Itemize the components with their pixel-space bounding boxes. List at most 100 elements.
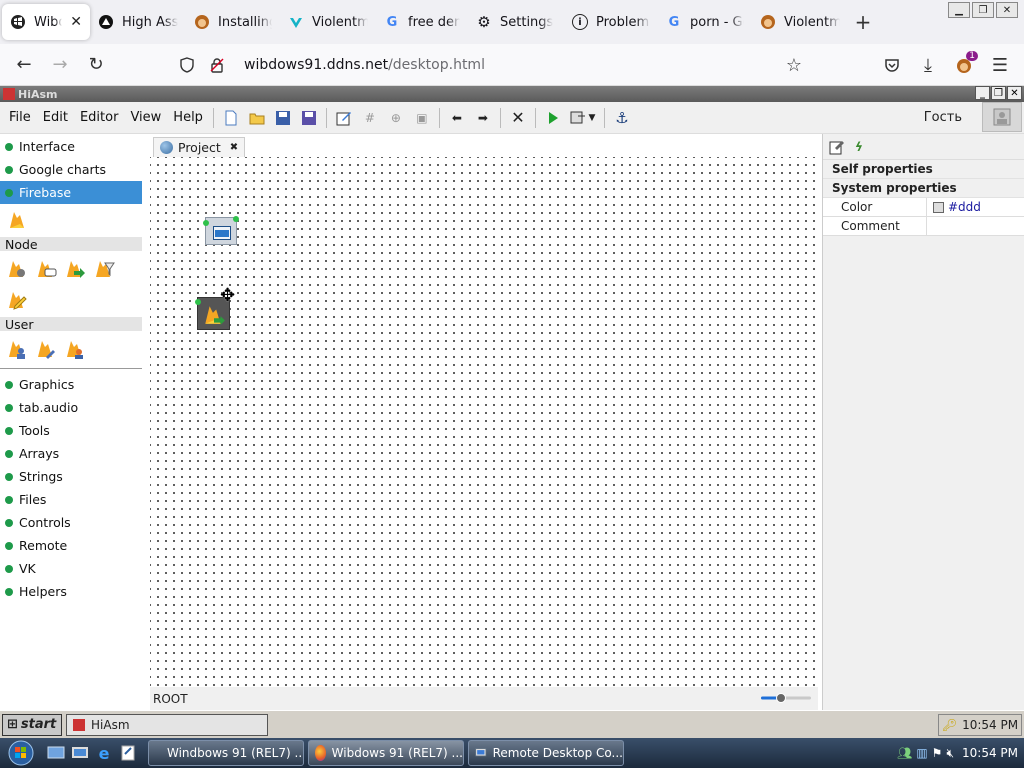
- palette-item-vk[interactable]: VK: [0, 557, 142, 580]
- firebase-icon[interactable]: [6, 209, 28, 231]
- notepad-icon[interactable]: [118, 743, 138, 763]
- anchor-button[interactable]: ⚓: [609, 106, 635, 130]
- app-minimize-button[interactable]: _: [975, 86, 990, 100]
- firebase-user-add-icon[interactable]: [64, 338, 86, 360]
- w7-task-remote-desktop[interactable]: Remote Desktop Co...: [468, 740, 624, 766]
- delete-button[interactable]: ✕: [505, 106, 531, 130]
- form-component[interactable]: [203, 216, 239, 245]
- firebase-comment-icon[interactable]: [35, 258, 57, 280]
- menu-edit[interactable]: Edit: [37, 110, 74, 125]
- show-desktop-icon[interactable]: [46, 743, 66, 763]
- palette-item-remote[interactable]: Remote: [0, 534, 142, 557]
- explorer-icon[interactable]: [70, 743, 90, 763]
- ie-icon[interactable]: e: [94, 743, 114, 763]
- pin-icon[interactable]: [233, 216, 239, 222]
- w7-task-firefox[interactable]: Wibdows 91 (REL7) ...: [308, 740, 464, 766]
- menu-help[interactable]: Help: [167, 110, 209, 125]
- app-maximize-button[interactable]: ❐: [991, 86, 1006, 100]
- save-button[interactable]: [270, 106, 296, 130]
- browser-tab[interactable]: Wibdows ✕: [2, 4, 90, 40]
- reload-button[interactable]: ↻: [78, 49, 114, 81]
- palette-item-helpers[interactable]: Helpers: [0, 580, 142, 603]
- compile-button[interactable]: ▼: [566, 106, 600, 130]
- property-row-color[interactable]: Color #ddd: [823, 198, 1024, 217]
- align-button[interactable]: ⊕: [383, 106, 409, 130]
- url-bar[interactable]: wibdows91.ddns.net/desktop.html: [176, 49, 818, 81]
- shield-icon[interactable]: [176, 57, 198, 73]
- menu-view[interactable]: View: [124, 110, 167, 125]
- browser-tab[interactable]: i Problem l: [564, 4, 658, 40]
- palette-item-firebase[interactable]: Firebase: [0, 181, 142, 204]
- forward-button[interactable]: →: [42, 49, 78, 81]
- firebase-user-icon[interactable]: [6, 338, 28, 360]
- w7-task-chrome[interactable]: Windbows 91 (REL7) ...: [148, 740, 304, 766]
- back-button[interactable]: ←: [6, 49, 42, 81]
- palette-item-interface[interactable]: Interface: [0, 135, 142, 158]
- browser-tab[interactable]: G porn - Go: [658, 4, 752, 40]
- downloads-button[interactable]: ⤓: [910, 49, 946, 81]
- redo-button[interactable]: ➡: [470, 106, 496, 130]
- flag-icon[interactable]: ⚑: [932, 746, 943, 760]
- system-properties-header[interactable]: System properties: [823, 179, 1024, 198]
- palette-item-controls[interactable]: Controls: [0, 511, 142, 534]
- palette-item-tab-audio[interactable]: tab.audio: [0, 396, 142, 419]
- browser-tab[interactable]: Violentm: [280, 4, 376, 40]
- palette-item-files[interactable]: Files: [0, 488, 142, 511]
- network-icon[interactable]: ▥: [916, 746, 927, 760]
- w7-start-orb[interactable]: [0, 738, 42, 768]
- browser-tab[interactable]: Violentm: [752, 4, 848, 40]
- browser-tab[interactable]: High Asse: [90, 4, 186, 40]
- firebase-arrow-icon[interactable]: [64, 258, 86, 280]
- extension-button[interactable]: 1: [946, 49, 982, 81]
- minimize-button[interactable]: ▁: [948, 2, 970, 18]
- menu-editor[interactable]: Editor: [74, 110, 124, 125]
- zoom-slider[interactable]: [756, 693, 816, 703]
- firebase-filter-icon[interactable]: [93, 258, 115, 280]
- new-tab-button[interactable]: +: [848, 10, 878, 34]
- menu-file[interactable]: File: [3, 110, 37, 125]
- properties-icon[interactable]: [829, 139, 845, 155]
- fit-button[interactable]: ▣: [409, 106, 435, 130]
- grid-button[interactable]: #: [357, 106, 383, 130]
- firebase-gear-icon[interactable]: [6, 258, 28, 280]
- user-button[interactable]: [982, 102, 1022, 132]
- tab-project[interactable]: Project ✖: [153, 137, 246, 157]
- firebase-edit-icon[interactable]: [6, 289, 28, 311]
- close-window-button[interactable]: ✕: [996, 2, 1018, 18]
- palette-item-graphics[interactable]: Graphics: [0, 373, 142, 396]
- palette-item-strings[interactable]: Strings: [0, 465, 142, 488]
- browser-tab[interactable]: ⚙ Settings: [468, 4, 564, 40]
- pocket-button[interactable]: [874, 49, 910, 81]
- pin-icon[interactable]: [195, 299, 201, 305]
- bookmark-star-button[interactable]: ☆: [776, 49, 812, 81]
- palette-item-tools[interactable]: Tools: [0, 419, 142, 442]
- undo-button[interactable]: ⬅: [444, 106, 470, 130]
- self-properties-header[interactable]: Self properties: [823, 160, 1024, 179]
- property-row-comment[interactable]: Comment: [823, 217, 1024, 236]
- events-icon[interactable]: ϟ: [855, 140, 863, 154]
- design-canvas[interactable]: ✥: [150, 157, 818, 687]
- users-icon[interactable]: 👥︎: [897, 746, 912, 760]
- new-file-button[interactable]: [218, 106, 244, 130]
- pin-icon[interactable]: [203, 220, 209, 226]
- w91-start-button[interactable]: ⊞ start: [2, 713, 62, 736]
- w91-task-hiasm[interactable]: HiAsm: [66, 713, 268, 736]
- palette-item-arrays[interactable]: Arrays: [0, 442, 142, 465]
- app-close-button[interactable]: ✕: [1007, 86, 1022, 100]
- restore-button[interactable]: ❐: [972, 2, 994, 18]
- zoom-knob[interactable]: [776, 693, 786, 703]
- firebase-user-edit-icon[interactable]: [35, 338, 57, 360]
- edit-button[interactable]: [331, 106, 357, 130]
- w7-clock[interactable]: 10:54 PM: [962, 746, 1018, 760]
- browser-tab[interactable]: G free demo: [376, 4, 468, 40]
- close-tab-icon[interactable]: ✖: [230, 142, 238, 153]
- save-as-button[interactable]: [296, 106, 322, 130]
- run-button[interactable]: [540, 106, 566, 130]
- lock-icon[interactable]: [206, 57, 228, 73]
- menu-button[interactable]: ☰: [982, 49, 1018, 81]
- volume-muted-icon[interactable]: 🔇︎: [946, 746, 954, 761]
- user-name[interactable]: Гость: [924, 110, 962, 125]
- open-file-button[interactable]: [244, 106, 270, 130]
- close-tab-icon[interactable]: ✕: [70, 14, 82, 30]
- browser-tab[interactable]: Installing: [186, 4, 280, 40]
